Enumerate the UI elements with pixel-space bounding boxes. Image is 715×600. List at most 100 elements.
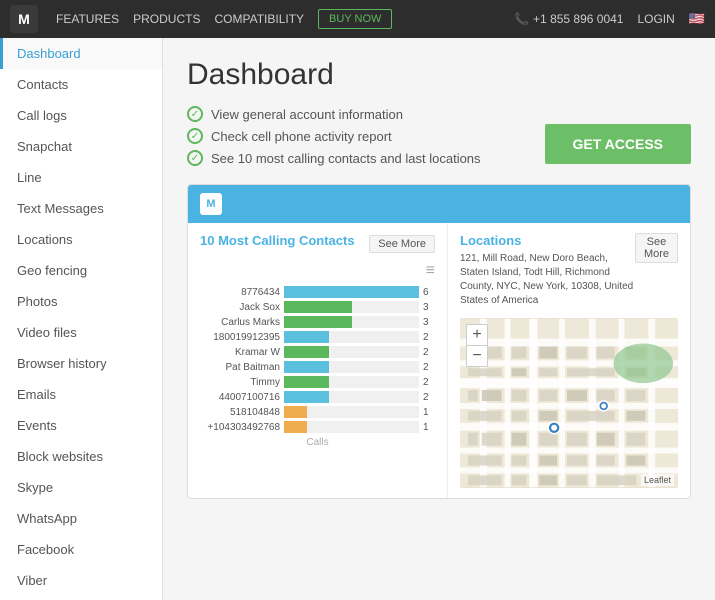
flag-icon: 🇺🇸	[689, 11, 705, 27]
sidebar-item-viber[interactable]: Viber	[0, 565, 162, 596]
sidebar-item-geo-fencing[interactable]: Geo fencing	[0, 255, 162, 286]
sidebar-item-block-websites[interactable]: Block websites	[0, 441, 162, 472]
sidebar-item-tinder[interactable]: Tinder	[0, 596, 162, 600]
calling-section: 10 Most Calling Contacts See More ≡ 8776…	[188, 223, 448, 498]
bar-row: Jack Sox 3	[200, 301, 435, 313]
bar-label: Timmy	[200, 377, 280, 388]
topnav-logo: M	[10, 5, 38, 33]
bar-row: Kramar W 2	[200, 346, 435, 358]
bar-track	[284, 361, 419, 373]
phone-icon: 📞	[514, 12, 529, 26]
get-access-button[interactable]: GET ACCESS	[545, 124, 692, 164]
page-title: Dashboard	[187, 58, 691, 92]
bar-row: +104303492768 1	[200, 421, 435, 433]
bar-label: 180019912395	[200, 332, 280, 343]
bar-row: 44007100716 2	[200, 391, 435, 403]
dashboard-card: M 10 Most Calling Contacts See More ≡ 87…	[187, 184, 691, 499]
bar-value: 6	[423, 287, 435, 298]
bar-value: 2	[423, 332, 435, 343]
locations-title: Locations	[460, 233, 635, 248]
bar-track	[284, 376, 419, 388]
login-link[interactable]: LOGIN	[637, 12, 674, 26]
card-header-logo: M	[200, 193, 222, 215]
bar-value: 2	[423, 347, 435, 358]
topnav-features[interactable]: FEATURES	[56, 12, 119, 26]
bar-fill	[284, 331, 329, 343]
bar-label: 44007100716	[200, 392, 280, 403]
calling-see-more-button[interactable]: See More	[369, 235, 435, 253]
bar-label: Pat Baitman	[200, 362, 280, 373]
bar-value: 3	[423, 317, 435, 328]
topnav-compatibility[interactable]: COMPATIBILITY	[214, 12, 304, 26]
bar-track	[284, 316, 419, 328]
bar-fill	[284, 361, 329, 373]
bar-track	[284, 406, 419, 418]
topnav: M FEATURES PRODUCTS COMPATIBILITY BUY NO…	[0, 0, 715, 38]
bar-fill	[284, 316, 352, 328]
bar-label: +104303492768	[200, 422, 280, 433]
map-svg	[460, 318, 678, 488]
bar-value: 2	[423, 392, 435, 403]
main-content: Dashboard ✓View general account informat…	[163, 38, 715, 600]
bar-track	[284, 301, 419, 313]
bar-fill	[284, 346, 329, 358]
sidebar-item-facebook[interactable]: Facebook	[0, 534, 162, 565]
calls-label: Calls	[200, 437, 435, 448]
bar-row: Timmy 2	[200, 376, 435, 388]
bar-fill	[284, 376, 329, 388]
feature-item: ✓View general account information	[187, 106, 691, 122]
bar-value: 1	[423, 407, 435, 418]
card-body: 10 Most Calling Contacts See More ≡ 8776…	[188, 223, 690, 498]
sidebar-item-events[interactable]: Events	[0, 410, 162, 441]
map-zoom-controls: + −	[466, 324, 488, 367]
bar-value: 1	[423, 422, 435, 433]
calling-title: 10 Most Calling Contacts	[200, 233, 355, 248]
bar-fill	[284, 406, 307, 418]
bar-track	[284, 391, 419, 403]
bar-value: 3	[423, 302, 435, 313]
bar-fill	[284, 391, 329, 403]
sidebar-item-video-files[interactable]: Video files	[0, 317, 162, 348]
sidebar-item-dashboard[interactable]: Dashboard	[0, 38, 162, 69]
sidebar-item-locations[interactable]: Locations	[0, 224, 162, 255]
sidebar-item-snapchat[interactable]: Snapchat	[0, 131, 162, 162]
bar-label: Kramar W	[200, 347, 280, 358]
check-icon: ✓	[187, 128, 203, 144]
topnav-products[interactable]: PRODUCTS	[133, 12, 200, 26]
sidebar-item-emails[interactable]: Emails	[0, 379, 162, 410]
bar-label: 8776434	[200, 287, 280, 298]
topnav-phone: 📞 +1 855 896 0041	[514, 12, 623, 26]
map-container: + − Leaflet	[460, 318, 678, 488]
locations-see-more-button[interactable]: See More	[635, 233, 678, 263]
bar-fill	[284, 301, 352, 313]
topnav-links: FEATURES PRODUCTS COMPATIBILITY BUY NOW	[56, 9, 392, 29]
bar-row: 180019912395 2	[200, 331, 435, 343]
buy-now-button[interactable]: BUY NOW	[318, 9, 392, 29]
bar-value: 2	[423, 377, 435, 388]
bar-row: 8776434 6	[200, 286, 435, 298]
sidebar-item-call-logs[interactable]: Call logs	[0, 100, 162, 131]
bar-menu-icon[interactable]: ≡	[200, 262, 435, 280]
bar-row: Pat Baitman 2	[200, 361, 435, 373]
check-icon: ✓	[187, 106, 203, 122]
bar-row: Carlus Marks 3	[200, 316, 435, 328]
bar-label: Jack Sox	[200, 302, 280, 313]
bar-value: 2	[423, 362, 435, 373]
map-attribution: Leaflet	[641, 474, 674, 486]
sidebar-item-text-messages[interactable]: Text Messages	[0, 193, 162, 224]
bar-track	[284, 331, 419, 343]
sidebar-item-line[interactable]: Line	[0, 162, 162, 193]
sidebar-item-photos[interactable]: Photos	[0, 286, 162, 317]
sidebar-item-contacts[interactable]: Contacts	[0, 69, 162, 100]
sidebar-item-skype[interactable]: Skype	[0, 472, 162, 503]
sidebar-item-browser-history[interactable]: Browser history	[0, 348, 162, 379]
bar-fill	[284, 286, 419, 298]
zoom-out-button[interactable]: −	[467, 346, 487, 366]
bar-fill	[284, 421, 307, 433]
locations-address: 121, Mill Road, New Doro Beach, Staten I…	[460, 252, 635, 308]
sidebar-item-whatsapp[interactable]: WhatsApp	[0, 503, 162, 534]
bar-row: 518104848 1	[200, 406, 435, 418]
sidebar: DashboardContactsCall logsSnapchatLineTe…	[0, 38, 163, 600]
zoom-in-button[interactable]: +	[467, 325, 487, 345]
bar-chart: 8776434 6 Jack Sox 3 Carlus Marks 3 1800…	[200, 286, 435, 433]
